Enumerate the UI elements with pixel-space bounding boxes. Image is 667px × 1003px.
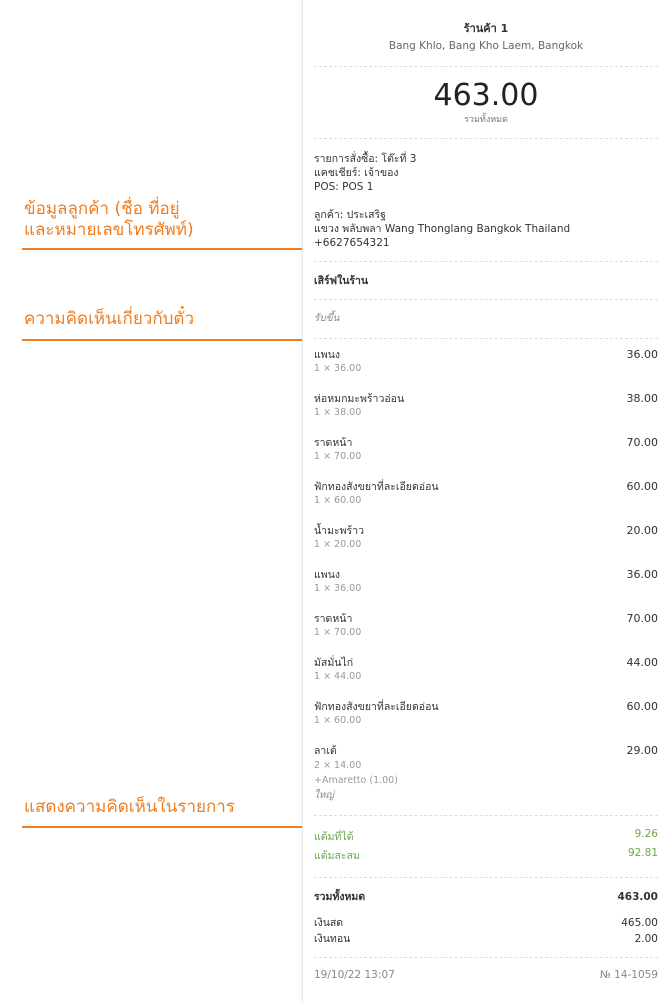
points-balance-label: แต้มสะสม (314, 850, 360, 862)
list-item: แพนง 36.00 1 × 36.00 (314, 348, 658, 392)
item-quantity: 1 × 60.00 (314, 715, 362, 726)
divider (314, 299, 658, 300)
item-quantity: 1 × 36.00 (314, 363, 362, 374)
change-value: 2.00 (634, 933, 658, 945)
cash-label: เงินสด (314, 917, 344, 929)
points-earned-label: แต้มที่ได้ (314, 831, 354, 843)
item-name: แพนง (314, 349, 340, 361)
list-item: ฟักทองสังขยาที่ละเอียดอ่อน 60.00 1 × 60.0… (314, 700, 658, 744)
item-price: 70.00 (626, 612, 659, 625)
item-quantity: 1 × 44.00 (314, 671, 362, 682)
item-price: 36.00 (626, 568, 659, 581)
item-name: ฟักทองสังขยาที่ละเอียดอ่อน (314, 701, 439, 713)
divider (314, 957, 658, 958)
receipt-number: № 14-1059 (599, 969, 658, 981)
total-amount: 463.00 (433, 78, 539, 113)
background-area (0, 0, 302, 1003)
receipt-datetime: 19/10/22 13:07 (314, 969, 395, 981)
item-name: มัสมั่นไก่ (314, 657, 354, 669)
item-name: ราดหน้า (314, 437, 353, 449)
list-item: ฟักทองสังขยาที่ละเอียดอ่อน 60.00 1 × 60.0… (314, 480, 658, 524)
total-caption: รวมทั้งหมด (464, 115, 508, 125)
annotation-customer-info: ข้อมูลลูกค้า (ชื่อ ที่อยู่ และหมายเลขโทร… (24, 199, 194, 241)
list-item: ห่อหมกมะพร้าวอ่อน 38.00 1 × 38.00 (314, 392, 658, 436)
item-modifier: +Amaretto (1.00) (314, 775, 398, 786)
change-label: เงินทอน (314, 933, 351, 945)
list-item: แพนง 36.00 1 × 36.00 (314, 568, 658, 612)
list-item: มัสมั่นไก่ 44.00 1 × 44.00 (314, 656, 658, 700)
annotation-arrow (22, 248, 314, 250)
item-quantity: 1 × 70.00 (314, 627, 362, 638)
receipt: ร้านค้า 1 Bang Khlo, Bang Kho Laem, Bang… (302, 0, 667, 1003)
customer-address: แขวง พลับพลา Wang Thonglang Bangkok Thai… (314, 223, 571, 235)
item-price: 60.00 (626, 480, 659, 493)
item-quantity: 1 × 36.00 (314, 583, 362, 594)
item-quantity: 2 × 14.00 (314, 760, 362, 771)
annotation-customer-info-line2: และหมายเลขโทรศัพท์) (24, 220, 194, 240)
list-item: ลาเต้ 29.00 2 × 14.00 +Amaretto (1.00) ให… (314, 744, 658, 803)
divider (314, 815, 658, 816)
annotation-item-comment: แสดงความคิดเห็นในรายการ (24, 797, 235, 817)
item-list: แพนง 36.00 1 × 36.00 ห่อหมกมะพร้าวอ่อน 38.… (314, 348, 658, 803)
item-name: แพนง (314, 569, 340, 581)
item-price: 70.00 (626, 436, 659, 449)
annotation-arrow (22, 826, 314, 828)
annotation-ticket-comment: ความคิดเห็นเกี่ยวกับตั๋ว (24, 309, 194, 329)
item-quantity: 1 × 38.00 (314, 407, 362, 418)
item-quantity: 1 × 60.00 (314, 495, 362, 506)
total-label: รวมทั้งหมด (314, 891, 366, 903)
divider (314, 338, 658, 339)
item-price: 38.00 (626, 392, 659, 405)
list-item: ราดหน้า 70.00 1 × 70.00 (314, 612, 658, 656)
item-name: น้ำมะพร้าว (314, 525, 364, 537)
store-name: ร้านค้า 1 (463, 22, 509, 35)
annotation-arrow (22, 339, 314, 341)
list-item: น้ำมะพร้าว 20.00 1 × 20.00 (314, 524, 658, 568)
item-name: ลาเต้ (314, 745, 337, 757)
total-value: 463.00 (617, 891, 658, 903)
points-earned-value: 9.26 (634, 828, 658, 840)
store-address: Bang Khlo, Bang Kho Laem, Bangkok (388, 40, 584, 52)
dining-option: เสิร์ฟในร้าน (314, 275, 369, 287)
divider (314, 877, 658, 878)
item-comment: ใหญ่ (314, 790, 334, 801)
item-name: ห่อหมกมะพร้าวอ่อน (314, 393, 405, 405)
list-item: ราดหน้า 70.00 1 × 70.00 (314, 436, 658, 480)
item-quantity: 1 × 20.00 (314, 539, 362, 550)
cashier-line: แคชเชียร์: เจ้าของ (314, 167, 399, 179)
divider (314, 66, 658, 67)
divider (314, 261, 658, 262)
pos-line: POS: POS 1 (314, 181, 374, 193)
divider (314, 138, 658, 139)
item-price: 44.00 (626, 656, 659, 669)
order-line: รายการสั่งซื้อ: โต๊ะที่ 3 (314, 153, 417, 165)
item-quantity: 1 × 70.00 (314, 451, 362, 462)
item-price: 60.00 (626, 700, 659, 713)
cash-value: 465.00 (621, 917, 658, 929)
annotation-customer-info-line1: ข้อมูลลูกค้า (ชื่อ ที่อยู่ (24, 199, 180, 219)
item-name: ราดหน้า (314, 613, 353, 625)
item-name: ฟักทองสังขยาที่ละเอียดอ่อน (314, 481, 439, 493)
customer-name: ลูกค้า: ประเสริฐ (314, 209, 386, 221)
customer-phone: +6627654321 (314, 237, 390, 249)
item-price: 29.00 (626, 744, 659, 757)
points-balance-value: 92.81 (627, 847, 658, 859)
item-price: 20.00 (626, 524, 659, 537)
ticket-comment: รับขึ้น (314, 313, 340, 324)
item-price: 36.00 (626, 348, 659, 361)
